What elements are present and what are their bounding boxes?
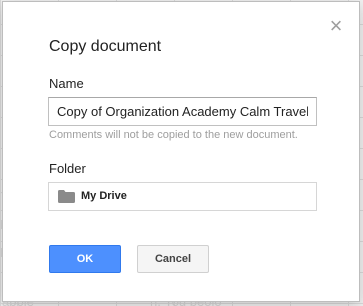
dialog-title: Copy document: [49, 38, 162, 55]
copy-document-dialog: × Copy document Name Comments will not b…: [2, 1, 360, 302]
close-icon[interactable]: ×: [326, 15, 346, 37]
folder-name: My Drive: [81, 190, 127, 202]
ok-button[interactable]: OK: [49, 245, 121, 273]
document-name-input[interactable]: [48, 97, 317, 126]
cancel-button[interactable]: Cancel: [137, 245, 209, 273]
folder-icon: [58, 190, 75, 203]
folder-picker[interactable]: My Drive: [48, 182, 317, 211]
name-hint: Comments will not be copied to the new d…: [49, 129, 298, 141]
folder-label: Folder: [49, 161, 86, 176]
name-label: Name: [49, 76, 84, 91]
